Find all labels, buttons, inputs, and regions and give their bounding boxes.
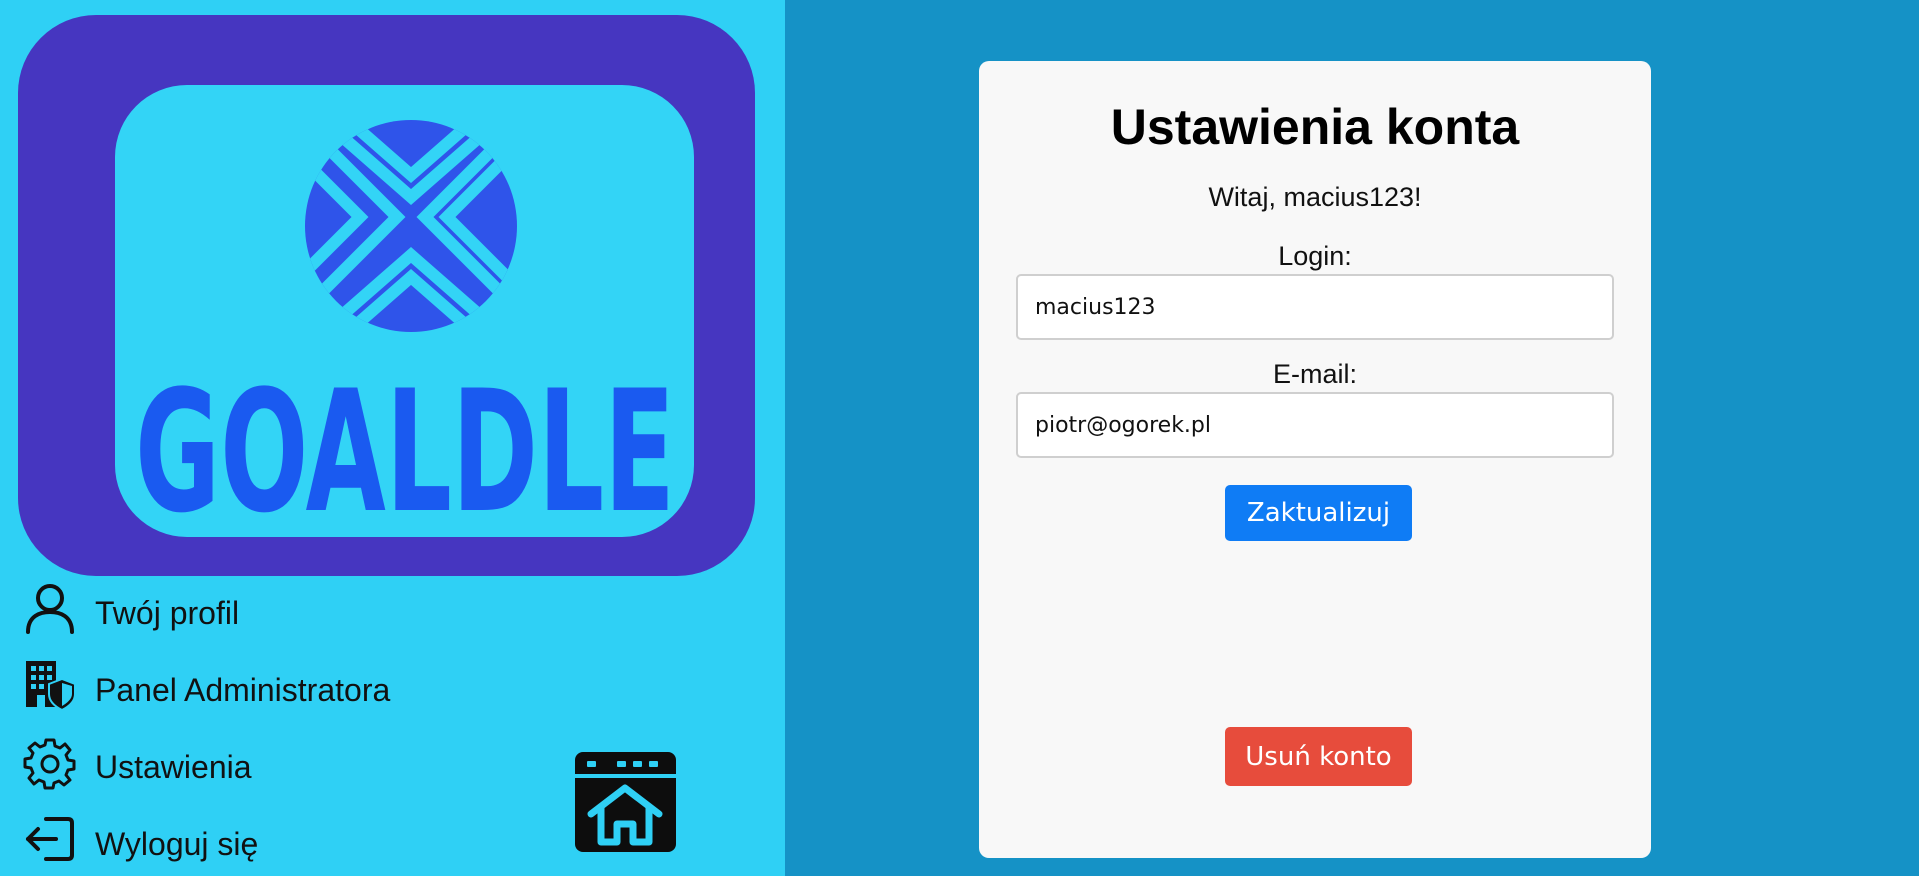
gear-icon <box>22 734 78 790</box>
home-window-icon <box>575 761 676 846</box>
login-input[interactable] <box>1016 274 1614 340</box>
account-settings-card: Ustawienia konta Witaj, macius123! Login… <box>979 61 1651 858</box>
email-input[interactable] <box>1016 392 1614 458</box>
admin-building-shield-icon <box>22 657 78 713</box>
user-icon <box>22 580 78 636</box>
logo-inner-panel: GOALDLE <box>115 85 694 537</box>
email-label: E-mail: <box>1272 359 1357 389</box>
greeting-text: Witaj, macius123! <box>1208 182 1422 212</box>
sidebar-item-settings[interactable]: Ustawienia <box>22 732 252 792</box>
sidebar-item-profile[interactable]: Twój profil <box>22 578 239 638</box>
update-button[interactable]: Zaktualizuj <box>1225 485 1412 541</box>
delete-account-button[interactable]: Usuń konto <box>1225 727 1412 786</box>
logout-icon <box>22 811 78 867</box>
sidebar-item-label: Twój profil <box>95 595 240 632</box>
logo-graphic: GOALDLE <box>135 120 675 537</box>
sidebar-item-label: Panel Administratora <box>95 672 391 709</box>
logo-text: GOALDLE <box>135 354 675 537</box>
login-label: Login: <box>1278 241 1352 271</box>
page-title: Ustawienia konta <box>1110 99 1520 155</box>
sidebar-item-label: Ustawienia <box>95 749 252 786</box>
home-button[interactable] <box>575 752 676 852</box>
app-logo: GOALDLE <box>18 15 755 576</box>
sidebar-item-label: Wyloguj się <box>95 826 259 863</box>
sidebar-item-admin-panel[interactable]: Panel Administratora <box>22 655 390 715</box>
sidebar-item-logout[interactable]: Wyloguj się <box>22 809 258 869</box>
sidebar: GOALDLE Twój profil Panel Administratora… <box>0 0 785 876</box>
